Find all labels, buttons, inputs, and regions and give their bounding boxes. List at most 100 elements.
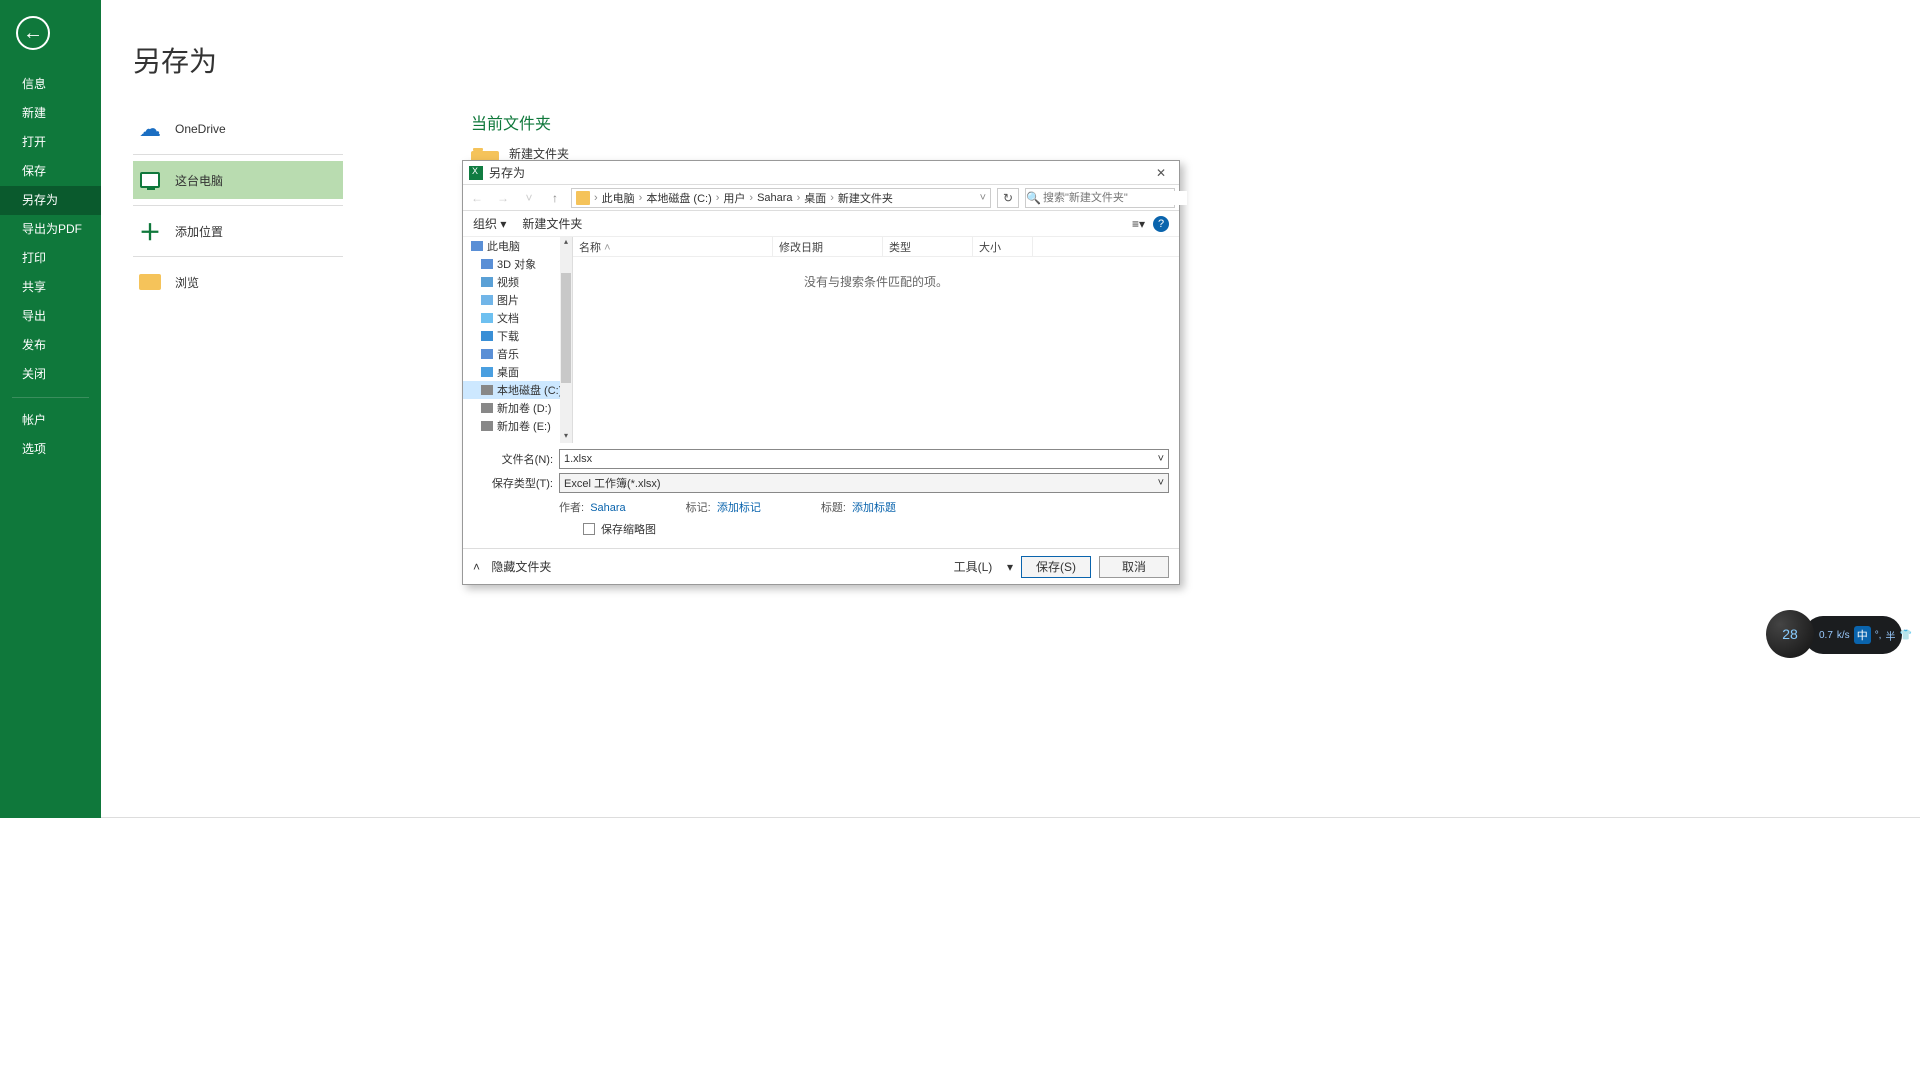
chevron-down-icon[interactable]: ˅: [980, 192, 986, 204]
tree-node-drive-d[interactable]: 新加卷 (D:): [463, 399, 572, 417]
sidebar-item-share[interactable]: 共享: [0, 273, 101, 302]
hide-folders-toggle[interactable]: ˄ 隐藏文件夹: [473, 558, 551, 575]
save-button[interactable]: 保存(S): [1021, 556, 1091, 578]
search-input[interactable]: [1041, 191, 1187, 205]
sidebar-item-close[interactable]: 关闭: [0, 360, 101, 389]
tree-node-video[interactable]: 视频: [463, 273, 572, 291]
refresh-button[interactable]: ↻: [997, 188, 1019, 208]
tools-menu[interactable]: 工具(L) ▾: [954, 558, 1013, 575]
ime-settings-icon[interactable]: 👕: [1899, 630, 1911, 641]
scroll-down-icon[interactable]: ▾: [560, 431, 572, 443]
sort-asc-icon: ˄: [604, 242, 610, 254]
author-value[interactable]: Sahara: [590, 502, 625, 514]
tree-node-documents[interactable]: 文档: [463, 309, 572, 327]
organize-menu[interactable]: 组织 ▾: [473, 215, 506, 232]
folder-tree[interactable]: 此电脑 3D 对象 视频 图片 文档 下载 音乐 桌面 本地磁盘 (C:) 新加…: [463, 237, 573, 443]
tree-node-music[interactable]: 音乐: [463, 345, 572, 363]
ime-widget[interactable]: 28 ↑0.7k/s 中 °, 半 👕: [1804, 616, 1902, 654]
sidebar-item-info[interactable]: 信息: [0, 70, 101, 99]
dialog-title: 另存为: [489, 164, 525, 181]
sidebar-item-exportpdf[interactable]: 导出为PDF: [0, 215, 101, 244]
location-thispc[interactable]: 这台电脑: [133, 161, 343, 199]
chevron-down-icon[interactable]: ˅: [1158, 453, 1164, 465]
desktop-icon: [481, 367, 493, 377]
3d-icon: [481, 259, 493, 269]
back-button[interactable]: ←: [16, 16, 50, 50]
sidebar-item-publish[interactable]: 发布: [0, 331, 101, 360]
help-icon[interactable]: ?: [1153, 216, 1169, 232]
tree-node-drive-c[interactable]: 本地磁盘 (C:): [463, 381, 572, 399]
drive-icon: [481, 421, 493, 431]
view-options-button[interactable]: ≡▾: [1132, 217, 1145, 231]
dialog-nav-row: ← → ˅ ↑ › 此电脑› 本地磁盘 (C:)› 用户› Sahara› 桌面…: [463, 185, 1179, 211]
ime-mode[interactable]: 半: [1885, 628, 1895, 643]
filename-input[interactable]: 1.xlsx ˅: [559, 449, 1169, 469]
sidebar-item-save[interactable]: 保存: [0, 157, 101, 186]
thumbnail-checkbox[interactable]: [583, 523, 595, 535]
title-meta-value[interactable]: 添加标题: [852, 502, 896, 514]
filetype-select[interactable]: Excel 工作簿(*.xlsx) ˅: [559, 473, 1169, 493]
tree-node-3d[interactable]: 3D 对象: [463, 255, 572, 273]
sidebar-item-print[interactable]: 打印: [0, 244, 101, 273]
search-box[interactable]: 🔍: [1025, 188, 1175, 208]
chevron-up-icon: ˄: [473, 560, 480, 574]
save-as-dialog: 另存为 ✕ ← → ˅ ↑ › 此电脑› 本地磁盘 (C:)› 用户› Saha…: [462, 160, 1180, 585]
crumb-segment[interactable]: 桌面: [804, 190, 826, 206]
ime-lang[interactable]: 中: [1854, 626, 1871, 644]
crumb-segment[interactable]: 本地磁盘 (C:): [646, 190, 711, 206]
location-label: 添加位置: [175, 223, 223, 240]
new-folder-button[interactable]: 新建文件夹: [522, 215, 582, 232]
tag-value[interactable]: 添加标记: [717, 502, 761, 514]
col-size[interactable]: 大小: [973, 237, 1033, 256]
location-addplace[interactable]: ＋ 添加位置: [133, 212, 343, 250]
sidebar-item-saveas[interactable]: 另存为: [0, 186, 101, 215]
search-icon: 🔍: [1026, 191, 1041, 205]
dialog-close-button[interactable]: ✕: [1149, 166, 1173, 180]
chevron-down-icon[interactable]: ˅: [1158, 477, 1164, 489]
nav-forward-button[interactable]: →: [493, 191, 513, 205]
sidebar-item-account[interactable]: 帐户: [0, 406, 101, 435]
col-type[interactable]: 类型: [883, 237, 973, 256]
thumbnail-label[interactable]: 保存缩略图: [601, 521, 656, 537]
location-onedrive[interactable]: ☁ OneDrive: [133, 110, 343, 148]
sidebar-separator: [12, 397, 89, 398]
nav-back-button[interactable]: ←: [467, 191, 487, 205]
tag-label: 标记:: [686, 502, 711, 514]
excel-icon: [469, 166, 483, 180]
tree-node-drive-e[interactable]: 新加卷 (E:): [463, 417, 572, 435]
crumb-segment[interactable]: 用户: [723, 190, 745, 206]
tree-node-pictures[interactable]: 图片: [463, 291, 572, 309]
documents-icon: [481, 313, 493, 323]
tree-node-thispc[interactable]: 此电脑: [463, 237, 572, 255]
cancel-button[interactable]: 取消: [1099, 556, 1169, 578]
file-list-pane: 名称 ˄ 修改日期 类型 大小 没有与搜索条件匹配的项。: [573, 237, 1179, 443]
crumb-segment[interactable]: Sahara: [757, 192, 792, 204]
sidebar-item-export[interactable]: 导出: [0, 302, 101, 331]
location-browse[interactable]: 浏览: [133, 263, 343, 301]
arrow-left-icon: ←: [23, 22, 43, 45]
nav-recent-dropdown[interactable]: ˅: [519, 191, 539, 205]
music-icon: [481, 349, 493, 359]
divider: [133, 154, 343, 155]
scroll-up-icon[interactable]: ▴: [560, 237, 572, 249]
breadcrumb[interactable]: › 此电脑› 本地磁盘 (C:)› 用户› Sahara› 桌面› 新建文件夹 …: [571, 188, 991, 208]
sidebar-item-new[interactable]: 新建: [0, 99, 101, 128]
scrollbar-thumb[interactable]: [561, 273, 571, 383]
filename-value: 1.xlsx: [564, 453, 592, 465]
dialog-footer: ˄ 隐藏文件夹 工具(L) ▾ 保存(S) 取消: [463, 548, 1179, 584]
dialog-toolbar: 组织 ▾ 新建文件夹 ≡▾ ?: [463, 211, 1179, 237]
backstage-sidebar: ← 信息 新建 打开 保存 另存为 导出为PDF 打印 共享 导出 发布 关闭 …: [0, 0, 101, 818]
tree-node-downloads[interactable]: 下载: [463, 327, 572, 345]
crumb-segment[interactable]: 新建文件夹: [838, 190, 893, 206]
nav-up-button[interactable]: ↑: [545, 191, 565, 205]
col-date[interactable]: 修改日期: [773, 237, 883, 256]
sidebar-item-options[interactable]: 选项: [0, 435, 101, 464]
tree-scrollbar[interactable]: ▴ ▾: [560, 237, 572, 443]
crumb-segment[interactable]: 此电脑: [602, 190, 635, 206]
chevron-right-icon: ›: [594, 192, 598, 204]
sidebar-item-open[interactable]: 打开: [0, 128, 101, 157]
location-label: OneDrive: [175, 122, 226, 136]
col-name[interactable]: 名称 ˄: [573, 237, 773, 256]
tree-node-desktop[interactable]: 桌面: [463, 363, 572, 381]
location-label: 浏览: [175, 274, 199, 291]
